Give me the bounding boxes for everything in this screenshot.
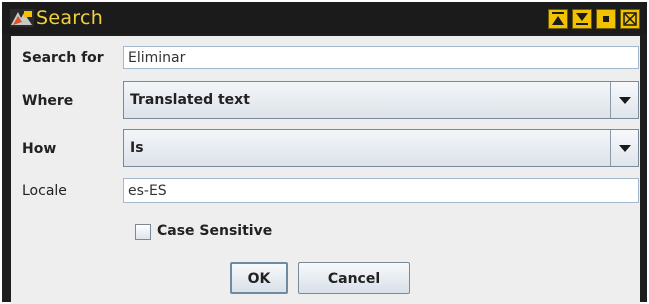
how-dropdown[interactable]: Is bbox=[123, 129, 639, 167]
ok-button[interactable]: OK bbox=[230, 262, 288, 294]
minimize-icon[interactable] bbox=[548, 9, 568, 29]
search-for-label: Search for bbox=[22, 50, 104, 66]
where-selected-value: Translated text bbox=[130, 92, 250, 108]
how-selected-value: Is bbox=[130, 140, 144, 156]
restore-icon[interactable] bbox=[596, 9, 616, 29]
dialog-content: Search for Where Translated text How Is … bbox=[11, 36, 640, 304]
how-label: How bbox=[22, 141, 57, 157]
window-title: Search bbox=[36, 7, 104, 29]
locale-label: Locale bbox=[22, 183, 67, 199]
where-dropdown-button[interactable] bbox=[610, 82, 638, 118]
chevron-down-icon bbox=[619, 97, 631, 104]
locale-input[interactable] bbox=[123, 178, 639, 203]
search-dialog: Search Search for Eliminar Where Transla… bbox=[2, 2, 647, 304]
search-for-input[interactable] bbox=[123, 46, 639, 69]
maximize-icon[interactable] bbox=[572, 9, 592, 29]
where-label: Where bbox=[22, 93, 74, 109]
cancel-button[interactable]: Cancel bbox=[298, 262, 410, 294]
case-sensitive-checkbox[interactable] bbox=[135, 224, 151, 240]
chevron-down-icon bbox=[619, 145, 631, 152]
title-bar[interactable]: Search bbox=[2, 2, 647, 34]
screenshot-frame: Search Search for Eliminar Where Transla… bbox=[0, 0, 649, 304]
case-sensitive-label[interactable]: Case Sensitive bbox=[157, 222, 272, 240]
where-dropdown[interactable]: Translated text bbox=[123, 81, 639, 119]
app-icon bbox=[10, 9, 34, 27]
close-icon[interactable] bbox=[620, 9, 640, 29]
how-dropdown-button[interactable] bbox=[610, 130, 638, 166]
